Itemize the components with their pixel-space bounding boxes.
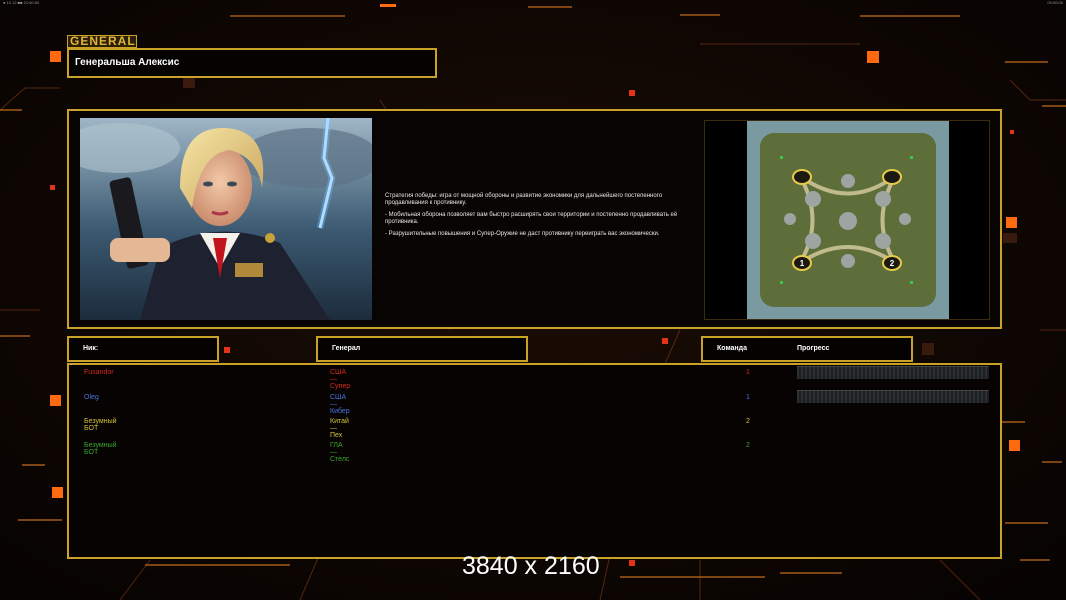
status-clock: 00:00:00 (1047, 0, 1063, 5)
general-description: Стратегия победы: игра от мощной обороны… (385, 193, 697, 243)
player-nick: Oleg (84, 394, 99, 401)
nick-header: Ник: (67, 336, 219, 362)
description-line: - Разрушительные повышения и Супер-Оружи… (385, 231, 660, 237)
player-nick: Безумный БОТ (84, 442, 117, 456)
general-name: Генеральша Алексис (67, 48, 437, 78)
general-header: Генерал (316, 336, 528, 362)
team-header: Команда (717, 345, 747, 352)
resolution-watermark: 3840 x 2160 (462, 552, 600, 580)
map-preview: 1 2 (704, 120, 990, 320)
player-team: 1 (746, 394, 750, 401)
map-image: 1 2 (747, 121, 949, 319)
team-progress-header: Команда Прогресс (701, 336, 913, 362)
player-team: 1 (746, 369, 750, 376)
progress-header: Прогресс (797, 345, 830, 352)
progress-bar (797, 366, 989, 379)
player-general: ГЛА — Стелс (330, 442, 350, 463)
status-left: ● 10 12 ■■ 21:00:00 (3, 0, 40, 5)
general-section-label: GENERAL (67, 35, 137, 48)
player-team: 2 (746, 442, 750, 449)
player-general: США — Кибер (330, 394, 350, 415)
portrait-image (80, 118, 372, 320)
general-portrait (80, 118, 372, 320)
player-team: 2 (746, 418, 750, 425)
player-nick: Fusandor (84, 369, 114, 376)
map-start-2: 2 (890, 259, 895, 268)
progress-bar (797, 390, 989, 403)
status-bar: ● 10 12 ■■ 21:00:00 00:00:00 (0, 0, 1066, 6)
player-general: Китай — Пех (330, 418, 349, 439)
player-general: США — Супер (330, 369, 351, 390)
map-start-1: 1 (800, 259, 805, 268)
player-nick: Безумный БОТ (84, 418, 117, 432)
description-line: Стратегия победы: игра от мощной обороны… (385, 193, 663, 206)
description-line: - Мобильная оборона позволяет вам быстро… (385, 212, 678, 225)
